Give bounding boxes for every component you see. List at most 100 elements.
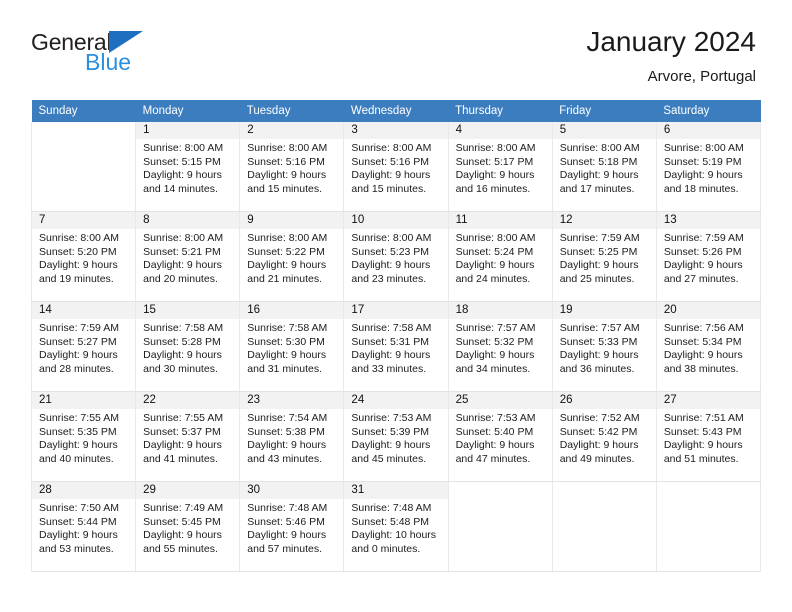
sunrise-text: Sunrise: 8:00 AM <box>143 232 224 244</box>
daylight-text-line1: Daylight: 9 hours <box>143 169 222 182</box>
day-details: Sunrise: 7:51 AM Sunset: 5:43 PM Daylight:… <box>657 409 760 466</box>
calendar-header-row: Sunday Monday Tuesday Wednesday Thursday Frid… <box>31 100 761 122</box>
calendar-day-cell[interactable]: 4 Sunrise: 8:00 AM Sunset: 5:17 PM Daylight… <box>448 122 553 212</box>
daylight-text-line1: Daylight: 9 hours <box>559 349 639 362</box>
calendar-day-cell[interactable]: 28 Sunrise: 7:50 AM Sunset: 5:44 PM Dayligh… <box>30 481 137 572</box>
calendar-day-cell-empty <box>30 122 137 212</box>
calendar-day-cell[interactable]: 15 Sunrise: 7:58 AM Sunset: 5:28 PM Dayligh… <box>135 301 241 392</box>
day-number: 13 <box>656 212 760 229</box>
day-details: Sunrise: 7:57 AM Sunset: 5:32 PM Daylight:… <box>449 319 552 376</box>
daylight-text-line1: Daylight: 9 hours <box>247 259 327 272</box>
sunrise-text: Sunrise: 7:58 AM <box>143 322 224 334</box>
calendar-day-cell[interactable]: 11 Sunrise: 8:00 AM Sunset: 5:24 PM Dayligh… <box>448 211 553 302</box>
weekday-header-thursday: Thursday <box>448 100 553 122</box>
daylight-text-line1: Daylight: 9 hours <box>351 259 431 272</box>
sunset-text: Sunset: 5:43 PM <box>663 425 742 438</box>
calendar-day-cell[interactable]: 5 Sunrise: 8:00 AM Sunset: 5:18 PM Daylight… <box>552 122 657 212</box>
calendar-day-cell[interactable]: 26 Sunrise: 7:52 AM Sunset: 5:42 PM Dayligh… <box>552 391 657 482</box>
daylight-text-line1: Daylight: 9 hours <box>143 529 222 542</box>
daylight-text-line1: Daylight: 9 hours <box>559 259 639 272</box>
daylight-text-line1: Daylight: 9 hours <box>247 169 327 182</box>
calendar-day-cell[interactable]: 30 Sunrise: 7:48 AM Sunset: 5:46 PM Dayligh… <box>239 481 345 572</box>
calendar-day-cell[interactable]: 1 Sunrise: 8:00 AM Sunset: 5:15 PM Daylight… <box>135 122 241 212</box>
daylight-text-line1: Daylight: 9 hours <box>39 259 118 272</box>
sunset-text: Sunset: 5:19 PM <box>663 155 742 168</box>
daylight-text-line1: Daylight: 9 hours <box>559 439 639 452</box>
daylight-text-line1: Daylight: 9 hours <box>143 259 222 272</box>
day-details: Sunrise: 8:00 AM Sunset: 5:21 PM Daylight:… <box>136 229 239 286</box>
calendar-week-row: 1 Sunrise: 8:00 AM Sunset: 5:15 PM Daylight… <box>30 122 762 212</box>
calendar-day-cell[interactable]: 3 Sunrise: 8:00 AM Sunset: 5:16 PM Daylight… <box>343 122 449 212</box>
calendar-day-cell[interactable]: 21 Sunrise: 7:55 AM Sunset: 5:35 PM Dayligh… <box>30 391 137 482</box>
day-number: 8 <box>136 212 240 229</box>
sunset-text: Sunset: 5:44 PM <box>39 515 117 528</box>
calendar-day-cell[interactable]: 9 Sunrise: 8:00 AM Sunset: 5:22 PM Daylight… <box>239 211 345 302</box>
brand-logo[interactable]: General Blue <box>31 26 144 74</box>
day-details: Sunrise: 8:00 AM Sunset: 5:24 PM Daylight:… <box>449 229 552 286</box>
daylight-text-line2: and 40 minutes. <box>39 452 114 465</box>
calendar-day-cell[interactable]: 8 Sunrise: 8:00 AM Sunset: 5:21 PM Daylight… <box>135 211 241 302</box>
day-number: 28 <box>32 482 136 499</box>
daylight-text-line2: and 49 minutes. <box>559 452 635 465</box>
sunset-text: Sunset: 5:16 PM <box>351 155 430 168</box>
calendar-day-cell[interactable]: 6 Sunrise: 8:00 AM Sunset: 5:19 PM Daylight… <box>656 122 762 212</box>
daylight-text-line2: and 33 minutes. <box>351 362 427 375</box>
sunset-text: Sunset: 5:27 PM <box>39 335 117 348</box>
calendar-day-cell[interactable]: 24 Sunrise: 7:53 AM Sunset: 5:39 PM Dayligh… <box>343 391 449 482</box>
daylight-text-line1: Daylight: 9 hours <box>39 349 118 362</box>
sunrise-text: Sunrise: 8:00 AM <box>143 142 224 154</box>
sunset-text: Sunset: 5:35 PM <box>39 425 117 438</box>
calendar-day-cell[interactable]: 19 Sunrise: 7:57 AM Sunset: 5:33 PM Dayligh… <box>552 301 657 392</box>
calendar-day-cell[interactable]: 22 Sunrise: 7:55 AM Sunset: 5:37 PM Dayligh… <box>135 391 241 482</box>
sunrise-text: Sunrise: 7:50 AM <box>39 502 119 514</box>
daylight-text-line1: Daylight: 9 hours <box>39 439 118 452</box>
daylight-text-line2: and 28 minutes. <box>39 362 114 375</box>
calendar-week-row: 21 Sunrise: 7:55 AM Sunset: 5:35 PM Dayligh… <box>30 391 762 482</box>
daylight-text-line2: and 15 minutes. <box>247 182 322 195</box>
calendar-day-cell[interactable]: 18 Sunrise: 7:57 AM Sunset: 5:32 PM Dayligh… <box>448 301 553 392</box>
calendar-day-cell[interactable]: 25 Sunrise: 7:53 AM Sunset: 5:40 PM Dayligh… <box>448 391 553 482</box>
calendar-day-cell[interactable]: 14 Sunrise: 7:59 AM Sunset: 5:27 PM Dayligh… <box>30 301 137 392</box>
calendar-day-cell[interactable]: 27 Sunrise: 7:51 AM Sunset: 5:43 PM Dayligh… <box>656 391 762 482</box>
calendar-day-cell[interactable]: 16 Sunrise: 7:58 AM Sunset: 5:30 PM Dayligh… <box>239 301 345 392</box>
daylight-text-line2: and 23 minutes. <box>351 272 427 285</box>
sunrise-text: Sunrise: 7:56 AM <box>663 322 744 334</box>
sunset-text: Sunset: 5:37 PM <box>143 425 221 438</box>
daylight-text-line1: Daylight: 9 hours <box>143 349 222 362</box>
daylight-text-line2: and 0 minutes. <box>351 542 421 555</box>
calendar-day-cell[interactable]: 2 Sunrise: 8:00 AM Sunset: 5:16 PM Daylight… <box>239 122 345 212</box>
calendar-day-cell[interactable]: 17 Sunrise: 7:58 AM Sunset: 5:31 PM Dayligh… <box>343 301 449 392</box>
daylight-text-line1: Daylight: 9 hours <box>663 169 743 182</box>
day-details: Sunrise: 8:00 AM Sunset: 5:17 PM Daylight:… <box>449 139 552 196</box>
day-number: 7 <box>32 212 136 229</box>
calendar-day-cell-empty <box>656 481 762 572</box>
day-number: 17 <box>344 302 448 319</box>
day-number: 19 <box>552 302 656 319</box>
day-details: Sunrise: 7:48 AM Sunset: 5:48 PM Daylight:… <box>344 499 447 556</box>
sunset-text: Sunset: 5:31 PM <box>351 335 430 348</box>
day-details: Sunrise: 8:00 AM Sunset: 5:19 PM Daylight:… <box>657 139 760 196</box>
calendar-day-cell[interactable]: 23 Sunrise: 7:54 AM Sunset: 5:38 PM Dayligh… <box>239 391 345 482</box>
day-number: 31 <box>344 482 448 499</box>
calendar-day-cell[interactable]: 13 Sunrise: 7:59 AM Sunset: 5:26 PM Dayligh… <box>656 211 762 302</box>
calendar-page: General Blue January 2024 Arvore, Portug… <box>0 0 792 612</box>
weekday-header-monday: Monday <box>135 100 240 122</box>
daylight-text-line1: Daylight: 9 hours <box>663 439 743 452</box>
sunset-text: Sunset: 5:28 PM <box>143 335 221 348</box>
day-number: 18 <box>448 302 552 319</box>
day-number: 21 <box>32 392 136 409</box>
calendar-day-cell[interactable]: 10 Sunrise: 8:00 AM Sunset: 5:23 PM Dayligh… <box>343 211 449 302</box>
daylight-text-line2: and 20 minutes. <box>143 272 218 285</box>
calendar-day-cell[interactable]: 12 Sunrise: 7:59 AM Sunset: 5:25 PM Dayligh… <box>552 211 657 302</box>
sunrise-text: Sunrise: 7:53 AM <box>351 412 432 424</box>
calendar-day-cell[interactable]: 7 Sunrise: 8:00 AM Sunset: 5:20 PM Daylight… <box>30 211 137 302</box>
daylight-text-line2: and 25 minutes. <box>559 272 635 285</box>
calendar-day-cell[interactable]: 20 Sunrise: 7:56 AM Sunset: 5:34 PM Dayligh… <box>656 301 762 392</box>
sunset-text: Sunset: 5:30 PM <box>247 335 325 348</box>
sunset-text: Sunset: 5:40 PM <box>455 425 534 438</box>
daylight-text-line1: Daylight: 9 hours <box>455 259 535 272</box>
calendar-day-cell[interactable]: 31 Sunrise: 7:48 AM Sunset: 5:48 PM Dayligh… <box>343 481 449 572</box>
calendar-day-cell[interactable]: 29 Sunrise: 7:49 AM Sunset: 5:45 PM Dayligh… <box>135 481 241 572</box>
calendar-grid: Sunday Monday Tuesday Wednesday Thursday Frid… <box>30 100 762 572</box>
day-number: 1 <box>136 122 240 139</box>
